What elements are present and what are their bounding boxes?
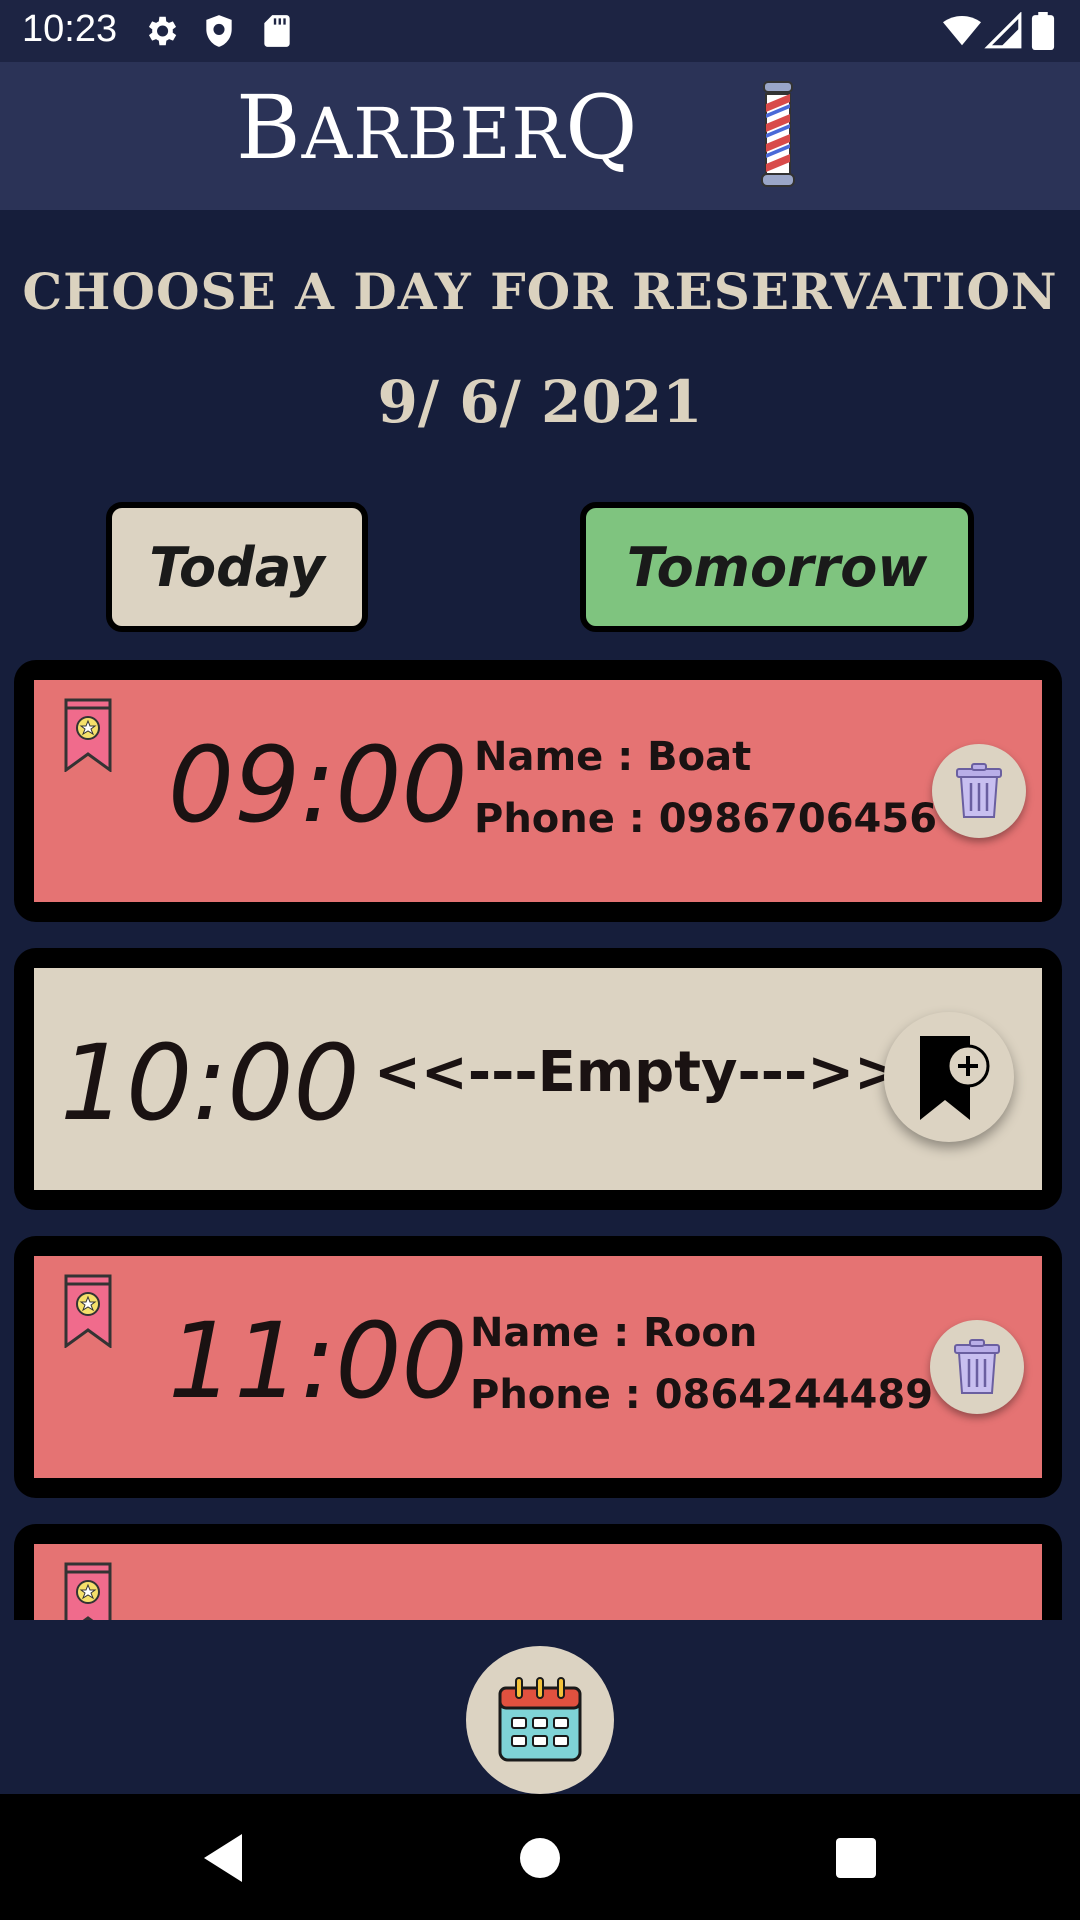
shield-icon <box>206 15 232 47</box>
bookmark-ribbon-icon <box>64 698 112 772</box>
home-icon[interactable] <box>510 1828 570 1888</box>
tomorrow-button[interactable]: Tomorrow <box>580 502 974 632</box>
booked-name: Name : Boat <box>474 734 752 780</box>
calendar-button[interactable] <box>466 1646 614 1794</box>
status-time: 10:23 <box>22 8 118 50</box>
system-nav-bar <box>0 1794 1080 1920</box>
slot-card-body: 10:00 <<---Empty--->> <box>34 968 1042 1190</box>
bookmark-ribbon-icon <box>64 1274 112 1348</box>
slot-time: 09:00 <box>168 724 468 846</box>
trash-icon <box>954 1339 1000 1394</box>
signal-icon <box>984 12 1022 49</box>
add-reservation-button[interactable] <box>884 1012 1014 1142</box>
empty-slot-label: <<---Empty--->> <box>374 1040 902 1105</box>
booked-name: Name : Roon <box>470 1310 758 1356</box>
barber-pole-icon <box>761 81 795 187</box>
app-title-rest: ARBER <box>301 93 566 175</box>
delete-button[interactable] <box>930 1320 1024 1414</box>
wifi-icon <box>943 15 981 46</box>
delete-button[interactable] <box>932 744 1026 838</box>
app-header: BARBERQ <box>0 62 1080 210</box>
app-title: BARBERQ <box>236 76 638 179</box>
today-button[interactable]: Today <box>106 502 368 632</box>
trash-icon <box>956 763 1002 818</box>
slot-card[interactable]: 11:00 Name : Roon Phone : 0864244489 <box>14 1236 1062 1498</box>
slot-card-body <box>34 1544 1042 1620</box>
booked-phone: Phone : 0986706456 <box>474 796 938 842</box>
selected-date: 9/ 6/ 2021 <box>377 368 703 436</box>
slot-card[interactable]: 10:00 <<---Empty--->> <box>14 948 1062 1210</box>
calendar-icon <box>498 1677 582 1762</box>
slot-info: Name : Roon Phone : 0864244489 <box>470 1302 933 1426</box>
page-title: CHOOSE A DAY FOR RESERVATION <box>22 262 1058 321</box>
slot-card-body: 09:00 Name : Boat Phone : 0986706456 <box>34 680 1042 902</box>
sd-card-icon <box>264 15 290 47</box>
slot-list[interactable]: 09:00 Name : Boat Phone : 0986706456 10:… <box>0 656 1080 1620</box>
slot-card-body: 11:00 Name : Roon Phone : 0864244489 <box>34 1256 1042 1478</box>
slot-time: 10:00 <box>60 1022 360 1144</box>
slot-time: 11:00 <box>168 1300 468 1422</box>
status-bar: 10:23 <box>0 0 1080 62</box>
booked-phone: Phone : 0864244489 <box>470 1372 934 1418</box>
slot-card[interactable] <box>14 1524 1062 1620</box>
slot-info: Name : Boat Phone : 0986706456 <box>474 726 937 850</box>
app-title-q: Q <box>565 76 639 179</box>
back-icon[interactable] <box>196 1828 256 1888</box>
settings-icon <box>148 16 177 46</box>
bookmark-ribbon-icon <box>64 1562 112 1620</box>
bookmark-add-icon <box>920 1036 990 1120</box>
recents-icon[interactable] <box>826 1828 886 1888</box>
slot-card[interactable]: 09:00 Name : Boat Phone : 0986706456 <box>14 660 1062 922</box>
app-title-first: B <box>236 76 302 179</box>
battery-icon <box>1031 12 1055 50</box>
